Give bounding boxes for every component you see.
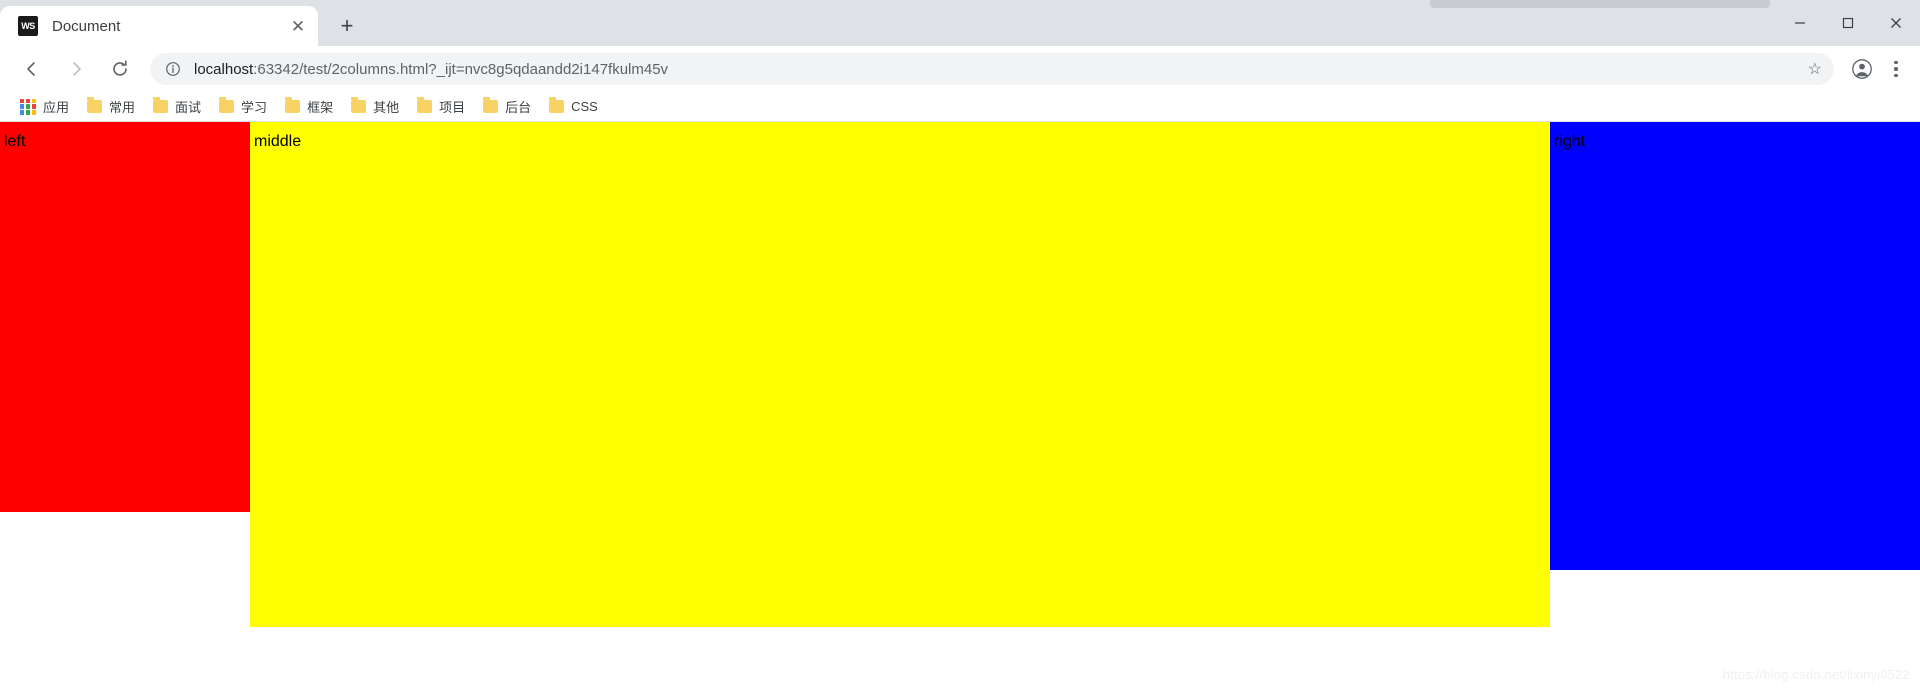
menu-dot (1894, 73, 1898, 78)
reload-icon[interactable] (102, 51, 138, 87)
bookmark-folder-6[interactable]: 项目 (409, 95, 473, 119)
column-right-label: right (1554, 133, 1586, 150)
folder-icon (351, 97, 367, 113)
browser-toolbar: localhost:63342/test/2columns.html?_ijt=… (0, 46, 1920, 92)
bookmark-label: 后台 (505, 100, 532, 115)
bookmark-folder-5[interactable]: 其他 (343, 95, 407, 119)
maximize-icon[interactable] (1824, 0, 1872, 46)
bookmark-folder-3[interactable]: 学习 (211, 95, 275, 119)
site-info-icon[interactable] (164, 60, 182, 78)
tab-title: Document (52, 17, 121, 35)
url-text: localhost:63342/test/2columns.html?_ijt=… (194, 61, 668, 78)
bookmark-label: 面试 (175, 100, 202, 115)
bookmark-folder-2[interactable]: 面试 (145, 95, 209, 119)
column-middle: middle (250, 122, 1550, 627)
back-icon[interactable] (14, 51, 50, 87)
apps-grid-icon (20, 98, 36, 115)
bookmark-folder-css[interactable]: CSS (541, 95, 606, 119)
profile-avatar-icon[interactable] (1848, 55, 1876, 83)
favicon-label: WS (21, 21, 35, 31)
close-tab-icon[interactable]: ✕ (286, 14, 310, 38)
bookmark-label: 常用 (109, 100, 136, 115)
folder-icon (549, 97, 565, 113)
minimize-icon[interactable] (1776, 0, 1824, 46)
bookmark-label: 学习 (241, 100, 268, 115)
bookmark-star-icon[interactable]: ☆ (1808, 59, 1822, 79)
omnibox-actions: ☆ (1808, 59, 1822, 79)
tab-strip: WS Document ✕ + (0, 0, 1920, 46)
folder-icon (417, 97, 433, 113)
url-host: localhost (194, 60, 254, 78)
browser-window: WS Document ✕ + localhost:63342/test/2co… (0, 0, 1920, 690)
window-controls (1776, 0, 1920, 46)
column-middle-label: middle (254, 133, 302, 150)
url-path: :63342/test/2columns.html?_ijt=nvc8g5qda… (253, 60, 669, 78)
bookmark-label: 项目 (439, 100, 466, 115)
column-left: left (0, 122, 250, 512)
forward-icon[interactable] (58, 51, 94, 87)
bookmark-label: 框架 (307, 100, 334, 115)
tab-document[interactable]: WS Document ✕ (0, 6, 318, 46)
bookmark-folder-7[interactable]: 后台 (475, 95, 539, 119)
folder-icon (285, 97, 301, 113)
close-window-icon[interactable] (1872, 0, 1920, 46)
watermark-text: https://blog.csdn.net/lixinyi0522 (1722, 667, 1910, 682)
bookmark-folder-4[interactable]: 框架 (277, 95, 341, 119)
tabstrip-decoration (1430, 0, 1770, 8)
folder-icon (87, 97, 103, 113)
webstorm-favicon: WS (18, 16, 38, 36)
browser-menu-icon[interactable] (1882, 53, 1910, 85)
column-left-label: left (4, 133, 26, 150)
menu-dot (1894, 60, 1898, 65)
address-bar[interactable]: localhost:63342/test/2columns.html?_ijt=… (150, 53, 1834, 85)
page-viewport: left middle right https://blog.csdn.net/… (0, 122, 1920, 690)
folder-icon (153, 97, 169, 113)
bookmark-label: CSS (571, 99, 598, 114)
column-right: right (1550, 122, 1920, 570)
menu-dot (1894, 67, 1898, 71)
bookmark-label: 应用 (43, 100, 70, 115)
folder-icon (219, 97, 235, 113)
bookmark-folder-1[interactable]: 常用 (79, 95, 143, 119)
bookmark-label: 其他 (373, 100, 400, 115)
bookmark-apps[interactable]: 应用 (12, 95, 77, 119)
new-tab-icon[interactable]: + (330, 9, 364, 43)
folder-icon (483, 97, 499, 113)
bookmarks-bar: 应用 常用 面试 学习 框架 其他 项目 后台 CSS (0, 92, 1920, 122)
